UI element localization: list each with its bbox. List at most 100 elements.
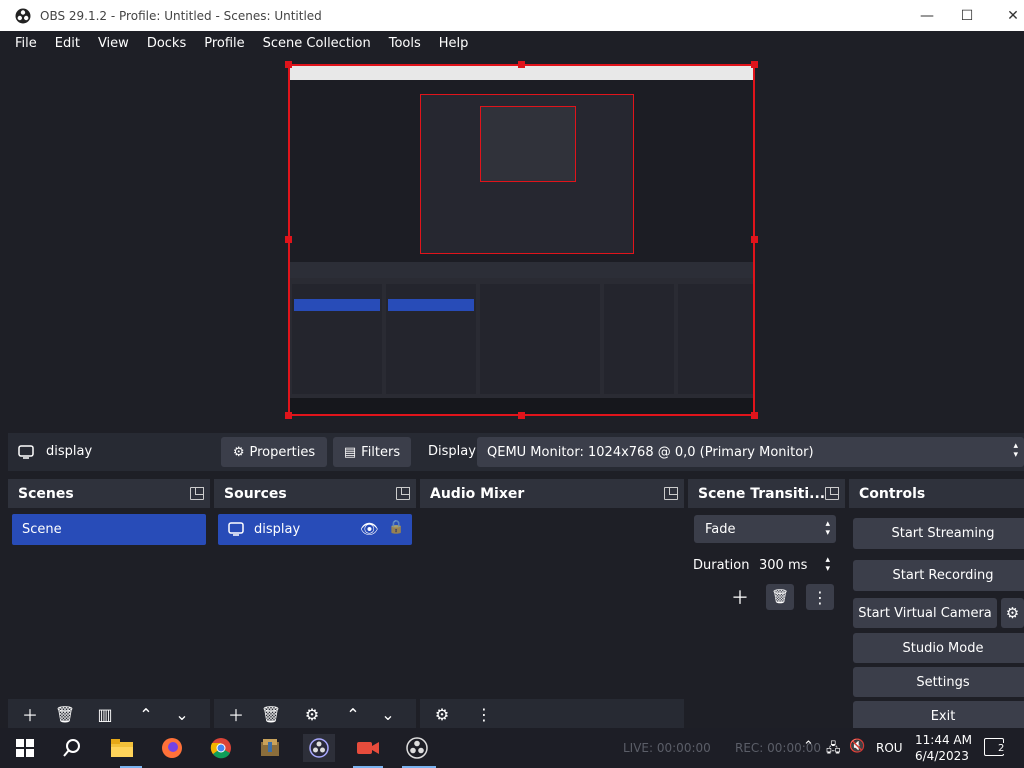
resize-handle-top-left[interactable] bbox=[285, 61, 292, 68]
move-source-up-icon[interactable]: ⌃ bbox=[339, 701, 367, 727]
add-source-icon[interactable]: ＋ bbox=[222, 701, 250, 727]
move-source-down-icon[interactable]: ⌄ bbox=[374, 701, 402, 727]
resize-handle-top[interactable] bbox=[518, 61, 525, 68]
sources-toolbar: ＋ 🗑 ⚙ ⌃ ⌄ bbox=[214, 699, 416, 729]
menu-help[interactable]: Help bbox=[439, 36, 469, 51]
remove-transition-icon[interactable]: 🗑 bbox=[766, 584, 794, 610]
sources-list[interactable]: display 👁 🔒 bbox=[214, 508, 416, 729]
audio-mixer-dock: Audio Mixer ⚙ ⋮ bbox=[420, 479, 684, 729]
file-explorer-icon[interactable] bbox=[107, 734, 137, 762]
move-scene-down-icon[interactable]: ⌄ bbox=[168, 701, 196, 727]
resize-handle-right[interactable] bbox=[751, 236, 758, 243]
settings-label: Settings bbox=[916, 674, 970, 690]
start-recording-button[interactable]: Start Recording bbox=[853, 560, 1024, 591]
add-scene-icon[interactable]: ＋ bbox=[16, 701, 44, 727]
start-virtual-camera-button[interactable]: Start Virtual Camera bbox=[853, 598, 997, 628]
maximize-button[interactable]: ☐ bbox=[944, 0, 990, 31]
clock-date[interactable]: 6/4/2023 bbox=[915, 749, 969, 763]
controls-dock-title: Controls bbox=[859, 485, 926, 502]
sources-dock-header: Sources bbox=[214, 479, 416, 508]
settings-button[interactable]: Settings bbox=[853, 667, 1024, 697]
filters-label: Filters bbox=[361, 444, 401, 460]
move-scene-up-icon[interactable]: ⌃ bbox=[132, 701, 160, 727]
remove-scene-icon[interactable]: 🗑 bbox=[51, 701, 79, 727]
resize-handle-bottom[interactable] bbox=[518, 412, 525, 419]
filters-button[interactable]: ▤ Filters bbox=[333, 437, 411, 467]
obs-taskbar-icon[interactable] bbox=[303, 734, 335, 762]
source-item-label: display bbox=[254, 522, 301, 537]
obs-logo-icon bbox=[15, 8, 31, 23]
visibility-eye-icon[interactable]: 👁 bbox=[360, 520, 379, 538]
screen-recorder-icon[interactable] bbox=[353, 734, 383, 762]
transition-select-value: Fade bbox=[705, 521, 736, 537]
audio-mixer-toolbar: ⚙ ⋮ bbox=[420, 699, 684, 729]
scenes-toolbar: ＋ 🗑 ▥ ⌃ ⌄ bbox=[8, 699, 210, 729]
window-title: OBS 29.1.2 - Profile: Untitled - Scenes:… bbox=[40, 8, 322, 23]
scene-item[interactable]: Scene bbox=[12, 514, 206, 545]
transition-select[interactable]: Fade ▴ ▾ bbox=[694, 515, 836, 543]
menu-view[interactable]: View bbox=[98, 36, 129, 51]
close-button[interactable]: ✕ bbox=[990, 0, 1024, 31]
network-icon[interactable]: 🖧 bbox=[826, 739, 841, 761]
nested-source-toolbar bbox=[290, 262, 753, 278]
obs-studio-icon[interactable] bbox=[402, 734, 432, 762]
properties-button[interactable]: ⚙ Properties bbox=[221, 437, 327, 467]
scene-filters-icon[interactable]: ▥ bbox=[91, 701, 119, 727]
transition-properties-icon[interactable]: ⋮ bbox=[806, 584, 834, 610]
studio-mode-button[interactable]: Studio Mode bbox=[853, 633, 1024, 663]
scenes-dock: Scenes Scene ＋ 🗑 ▥ ⌃ ⌄ bbox=[8, 479, 210, 729]
scene-item-label: Scene bbox=[22, 522, 62, 537]
show-hidden-icons-chevron-icon[interactable]: ⌃ bbox=[803, 739, 814, 754]
float-dock-icon[interactable] bbox=[190, 487, 204, 500]
firefox-icon[interactable] bbox=[157, 734, 187, 762]
start-streaming-button[interactable]: Start Streaming bbox=[853, 518, 1024, 549]
add-transition-icon[interactable]: ＋ bbox=[726, 584, 754, 610]
filters-icon: ▤ bbox=[343, 444, 357, 460]
nested-transitions-dock bbox=[604, 284, 674, 394]
spin-arrows-icon[interactable]: ▴ ▾ bbox=[825, 556, 830, 574]
source-properties-icon[interactable]: ⚙ bbox=[298, 701, 326, 727]
volume-muted-icon[interactable]: 🔇 bbox=[849, 739, 865, 754]
sources-dock-title: Sources bbox=[224, 485, 287, 502]
duration-label: Duration bbox=[693, 558, 750, 573]
remove-source-icon[interactable]: 🗑 bbox=[257, 701, 285, 727]
resize-handle-left[interactable] bbox=[285, 236, 292, 243]
menu-docks[interactable]: Docks bbox=[147, 36, 186, 51]
windows-start-icon[interactable] bbox=[10, 734, 40, 762]
virtual-camera-settings-icon[interactable]: ⚙ bbox=[1001, 598, 1024, 628]
audio-mixer-body bbox=[420, 508, 684, 729]
menu-file[interactable]: File bbox=[15, 36, 37, 51]
lock-icon[interactable]: 🔒 bbox=[388, 520, 404, 535]
scene-transitions-dock: Scene Transiti... Fade ▴ ▾ Duration 300 m… bbox=[688, 479, 845, 729]
menu-tools[interactable]: Tools bbox=[389, 36, 421, 51]
preview-display-capture[interactable] bbox=[288, 64, 755, 416]
chrome-icon[interactable] bbox=[206, 734, 236, 762]
start-virtual-camera-label: Start Virtual Camera bbox=[858, 605, 992, 621]
exit-button[interactable]: Exit bbox=[853, 701, 1024, 731]
float-dock-icon[interactable] bbox=[396, 487, 410, 500]
language-indicator[interactable]: ROU bbox=[876, 741, 903, 755]
source-toolbar: display ⚙ Properties ▤ Filters Display Q… bbox=[8, 433, 1024, 471]
monitor-icon bbox=[18, 445, 34, 459]
scene-transitions-body: Fade ▴ ▾ Duration 300 ms ▴ ▾ ＋ 🗑 ⋮ bbox=[688, 508, 845, 729]
float-dock-icon[interactable] bbox=[825, 487, 839, 500]
resize-handle-bottom-left[interactable] bbox=[285, 412, 292, 419]
float-dock-icon[interactable] bbox=[664, 487, 678, 500]
resize-handle-bottom-right[interactable] bbox=[751, 412, 758, 419]
advanced-audio-properties-icon[interactable]: ⚙ bbox=[428, 701, 456, 727]
scenes-list[interactable]: Scene bbox=[8, 508, 210, 729]
archive-manager-icon[interactable] bbox=[255, 734, 285, 762]
display-select[interactable]: QEMU Monitor: 1024x768 @ 0,0 (Primary Mo… bbox=[477, 437, 1024, 467]
menu-profile[interactable]: Profile bbox=[204, 36, 244, 51]
menu-scene-collection[interactable]: Scene Collection bbox=[263, 36, 371, 51]
nested-audio-dock bbox=[480, 284, 600, 394]
source-item[interactable]: display 👁 🔒 bbox=[218, 514, 412, 545]
audio-mixer-menu-icon[interactable]: ⋮ bbox=[470, 701, 498, 727]
search-icon[interactable] bbox=[57, 734, 87, 762]
duration-spinbox[interactable]: 300 ms ▴ ▾ bbox=[750, 551, 836, 579]
gear-icon: ⚙ bbox=[232, 444, 245, 460]
resize-handle-top-right[interactable] bbox=[751, 61, 758, 68]
menu-edit[interactable]: Edit bbox=[55, 36, 80, 51]
clock-time[interactable]: 11:44 AM bbox=[915, 733, 972, 747]
taskbar: LIVE: 00:00:00 REC: 00:00:00 ⌃ 🖧 🔇 ROU 1… bbox=[0, 728, 1024, 768]
